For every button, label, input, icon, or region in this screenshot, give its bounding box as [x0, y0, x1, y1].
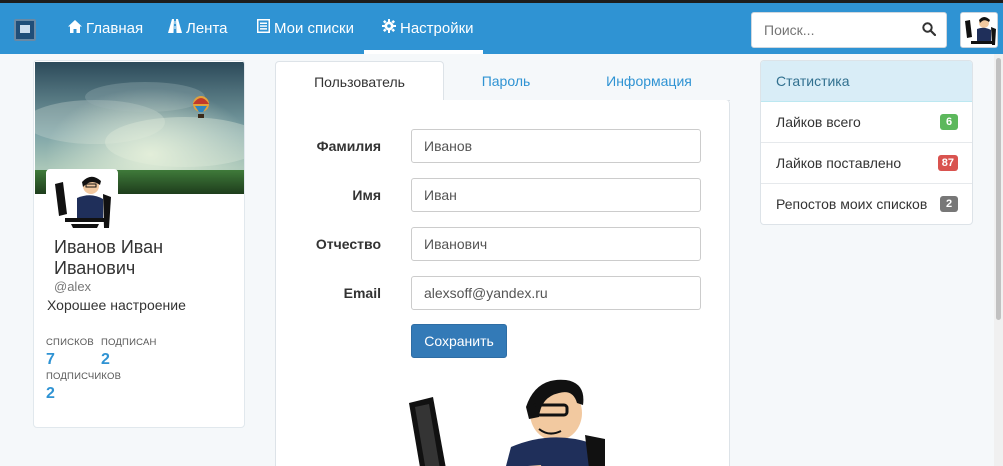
- profile-avatar[interactable]: [46, 169, 118, 235]
- stat-likes-given-badge: 87: [937, 155, 958, 171]
- firstname-label: Имя: [352, 187, 381, 203]
- statistics-heading: Статистика: [761, 61, 972, 102]
- nav-feed-label: Лента: [186, 20, 228, 37]
- statistics-panel: Статистика Лайков всего 6 Лайков поставл…: [760, 60, 973, 225]
- nav-home[interactable]: Главная: [66, 3, 145, 54]
- stat-likes-total-row[interactable]: Лайков всего 6: [761, 102, 972, 143]
- profile-status: Хорошее настроение: [47, 297, 186, 313]
- nav-feed[interactable]: Лента: [166, 3, 230, 54]
- list-icon: [257, 3, 270, 54]
- gear-icon: [382, 3, 396, 54]
- top-navbar: Главная Лента Мои списки Настройки: [0, 0, 1003, 54]
- user-avatar-menu[interactable]: [960, 12, 998, 48]
- tab-user[interactable]: Пользователь: [275, 61, 444, 101]
- avatar-illustration: [961, 13, 997, 47]
- user-illustration: [409, 379, 605, 466]
- email-label: Email: [343, 285, 381, 301]
- road-icon: [168, 3, 182, 54]
- stat-reposts-row[interactable]: Репостов моих списков 2: [761, 184, 972, 224]
- stat-reposts-badge: 2: [940, 196, 958, 212]
- middlename-label: Отчество: [315, 236, 381, 252]
- nav-settings-label: Настройки: [400, 20, 474, 37]
- user-settings-panel: Фамилия Имя Отчество Email Сохранить: [275, 100, 730, 466]
- profile-username: @alex: [54, 279, 92, 294]
- nav-my-lists-label: Мои списки: [274, 20, 354, 37]
- brand-logo[interactable]: [14, 19, 36, 41]
- home-icon: [68, 3, 82, 54]
- tab-info[interactable]: Информация: [568, 61, 730, 101]
- stat-reposts-label: Репостов моих списков: [776, 196, 928, 212]
- stat-followers-label: ПОДПИСЧИКОВ: [46, 371, 122, 382]
- tab-password[interactable]: Пароль: [444, 61, 568, 101]
- page-scrollbar-thumb[interactable]: [996, 58, 1001, 320]
- stat-lists-value[interactable]: 7: [46, 351, 55, 369]
- stat-likes-given-label: Лайков поставлено: [776, 155, 902, 171]
- stat-likes-total-label: Лайков всего: [776, 114, 861, 130]
- search-input[interactable]: [752, 13, 912, 47]
- firstname-input[interactable]: [411, 178, 701, 212]
- nav-my-lists[interactable]: Мои списки: [255, 3, 356, 54]
- email-input[interactable]: [411, 276, 701, 310]
- stat-followers-value[interactable]: 2: [46, 385, 55, 403]
- stat-following-label: ПОДПИСАН: [101, 337, 157, 348]
- nav-settings[interactable]: Настройки: [380, 3, 476, 54]
- stat-likes-total-badge: 6: [940, 114, 958, 130]
- active-tab-indicator: [364, 50, 483, 54]
- middlename-input[interactable]: [411, 227, 701, 261]
- search-icon[interactable]: [922, 22, 936, 36]
- lastname-label: Фамилия: [316, 138, 381, 154]
- save-button[interactable]: Сохранить: [411, 324, 507, 358]
- stat-following-value[interactable]: 2: [101, 351, 110, 369]
- stat-likes-given-row[interactable]: Лайков поставлено 87: [761, 143, 972, 184]
- profile-full-name: Иванов Иван Иванович: [54, 237, 164, 278]
- search-box: [751, 12, 947, 48]
- profile-card: Иванов Иван Иванович @alex Хорошее настр…: [33, 60, 245, 428]
- lastname-input[interactable]: [411, 129, 701, 163]
- stat-lists-label: СПИСКОВ: [46, 337, 94, 348]
- nav-home-label: Главная: [86, 20, 144, 37]
